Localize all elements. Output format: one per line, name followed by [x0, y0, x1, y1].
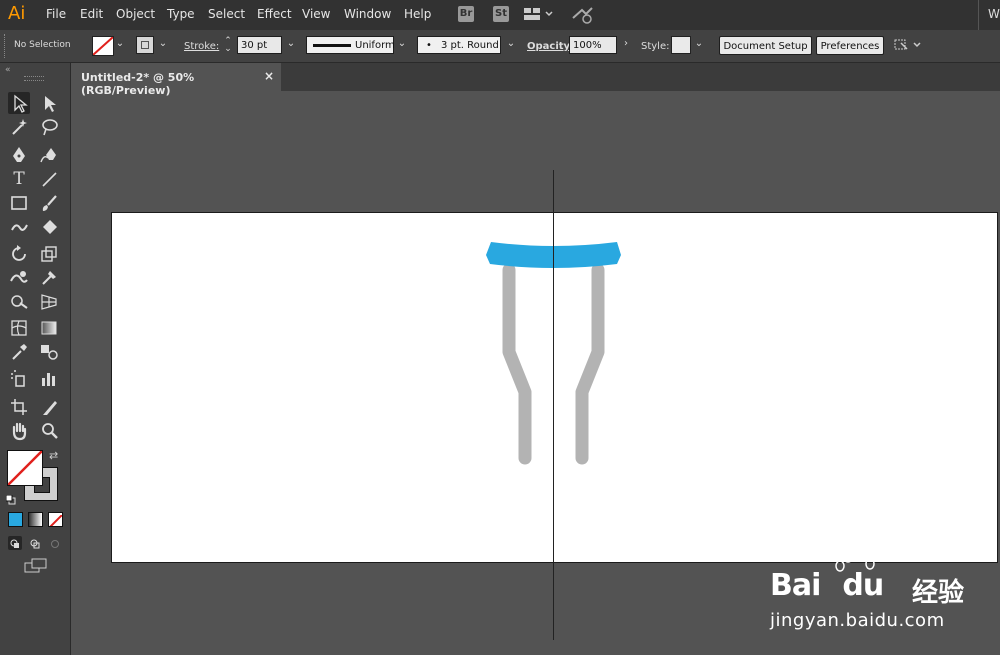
smart-guide-line: [553, 170, 554, 640]
watermark-cn: 经验: [912, 578, 965, 608]
crutch-left-leg: [502, 263, 532, 465]
watermark-brand: Bai: [770, 568, 821, 603]
watermark-brand-du: du: [842, 568, 884, 603]
baidu-watermark: Bai du 经验 jingyan.baidu.com: [770, 548, 995, 638]
watermark-url: jingyan.baidu.com: [770, 610, 945, 631]
fill-color-box[interactable]: [7, 450, 43, 486]
crutch-right-leg: [575, 263, 605, 465]
